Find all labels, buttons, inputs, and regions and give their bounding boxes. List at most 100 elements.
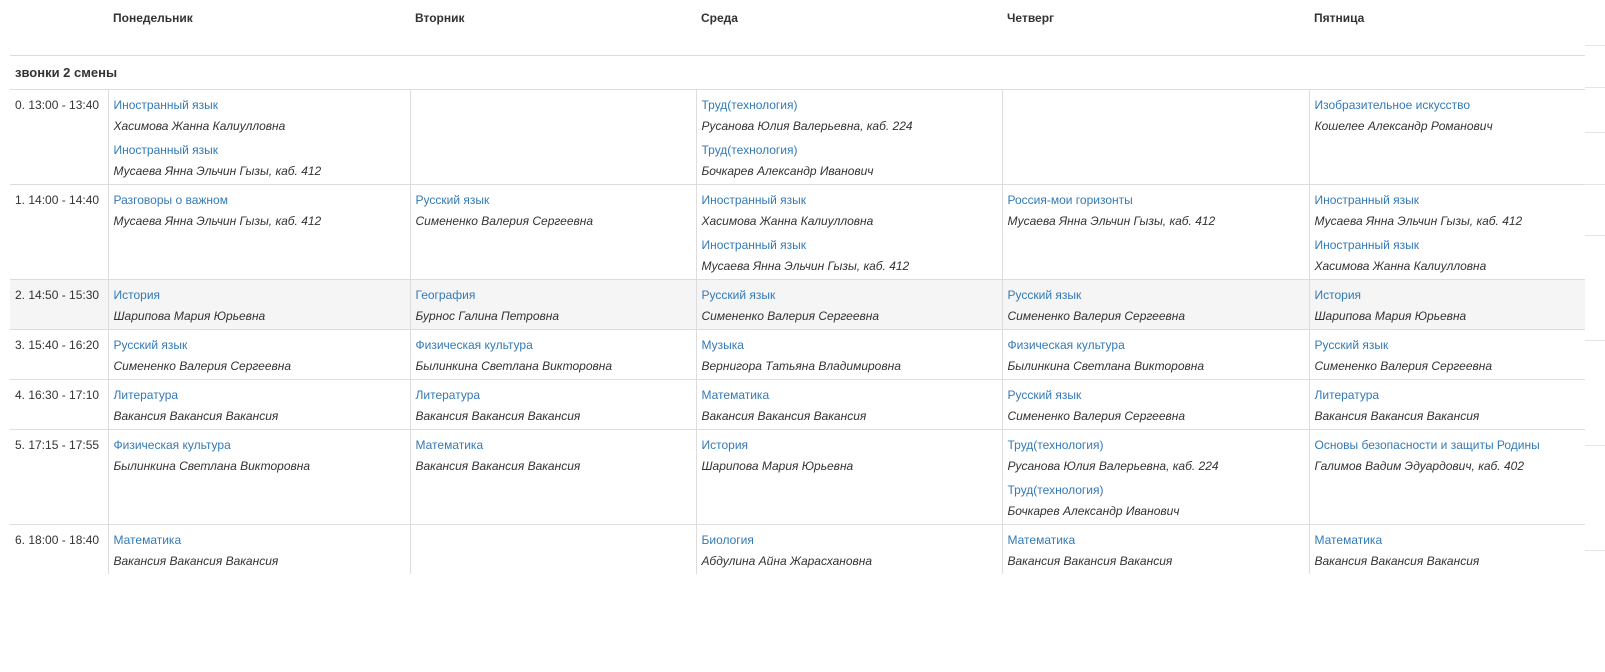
subject-link[interactable]: Русский язык — [416, 193, 691, 207]
lesson-cell-wednesday: Музыка Вернигора Татьяна Владимировна — [695, 328, 1002, 379]
subject-link[interactable]: Физическая культура — [416, 338, 691, 352]
subject-link[interactable]: Иностранный язык — [702, 193, 997, 207]
teacher-name: Вакансия Вакансия Вакансия — [113, 408, 279, 423]
teacher-name: Вакансия Вакансия Вакансия — [415, 458, 581, 473]
day-header-tuesday: Вторник — [410, 0, 696, 56]
subject-link[interactable]: Труд(технология) — [702, 143, 997, 157]
lesson-cell-tuesday — [409, 88, 696, 184]
subject-link[interactable]: Математика — [702, 388, 997, 402]
lesson-cell-tuesday — [409, 523, 696, 574]
lesson-cell-friday: Математика Вакансия Вакансия Вакансия — [1308, 523, 1585, 574]
lesson-cell-tuesday: Русский язык Симененко Валерия Сергеевна — [409, 183, 696, 279]
lesson-cell-monday: Разговоры о важном Мусаева Янна Эльчин Гы… — [107, 183, 410, 279]
teacher-name: Мусаева Янна Эльчин Гызы, каб. 412 — [113, 163, 322, 178]
subject-link[interactable]: Математика — [1315, 533, 1581, 547]
lesson-row: 3. 15:40 - 16:20 Русский язык Симененко Ва… — [10, 328, 1585, 379]
lesson-entry: Труд(технология) Бочкарев Александр Ивано… — [1008, 483, 1304, 518]
teacher-name: Вакансия Вакансия Вакансия — [113, 553, 279, 568]
teacher-name: Бочкарев Александр Иванович — [701, 163, 874, 178]
subject-link[interactable]: Физическая культура — [114, 438, 405, 452]
lesson-cell-friday: Русский язык Симененко Валерия Сергеевна — [1308, 328, 1585, 379]
subject-link[interactable]: Математика — [416, 438, 691, 452]
lesson-row: 0. 13:00 - 13:40 Иностранный язык Хасимова… — [10, 88, 1585, 184]
subject-link[interactable]: Иностранный язык — [114, 98, 405, 112]
lesson-cell-friday: История Шарипова Мария Юрьевна — [1308, 278, 1585, 329]
lesson-cell-monday: История Шарипова Мария Юрьевна — [107, 278, 410, 329]
subject-link[interactable]: Физическая культура — [1008, 338, 1304, 352]
subject-link[interactable]: Разговоры о важном — [114, 193, 405, 207]
lesson-entry: Изобразительное искусство Кошелее Алексан… — [1315, 98, 1581, 133]
subject-link[interactable]: Биология — [702, 533, 997, 547]
subject-link[interactable]: Русский язык — [1008, 288, 1304, 302]
subject-link[interactable]: Основы безопасности и защиты Родины — [1315, 438, 1581, 452]
teacher-name: Симененко Валерия Сергеевна — [415, 213, 594, 228]
lesson-time: 4. 16:30 - 17:10 — [10, 378, 108, 429]
subject-link[interactable]: Русский язык — [1008, 388, 1304, 402]
subject-link[interactable]: Иностранный язык — [1315, 193, 1581, 207]
lesson-entry: Математика Вакансия Вакансия Вакансия — [416, 438, 691, 473]
lesson-cell-thursday: Русский язык Симененко Валерия Сергеевна — [1001, 378, 1309, 429]
subject-link[interactable]: Математика — [114, 533, 405, 547]
teacher-name: Вакансия Вакансия Вакансия — [1314, 553, 1480, 568]
lesson-time: 3. 15:40 - 16:20 — [10, 328, 108, 379]
teacher-name: Вернигора Татьяна Владимировна — [701, 358, 901, 373]
scroll-edge-line — [1585, 550, 1605, 551]
schedule-table: Понедельник Вторник Среда Четверг Пятниц… — [10, 0, 1585, 574]
subject-link[interactable]: Русский язык — [702, 288, 997, 302]
teacher-name: Бурнос Галина Петровна — [415, 308, 560, 323]
subject-link[interactable]: География — [416, 288, 691, 302]
teacher-name: Былинкина Светлана Викторовна — [113, 458, 311, 473]
lesson-entry: Основы безопасности и защиты Родины Галим… — [1315, 438, 1581, 473]
lesson-entry: Иностранный язык Мусаева Янна Эльчин Гызы… — [114, 143, 405, 178]
subject-link[interactable]: Иностранный язык — [702, 238, 997, 252]
lesson-cell-tuesday: Литература Вакансия Вакансия Вакансия — [409, 378, 696, 429]
teacher-name: Русанова Юлия Валерьевна, каб. 224 — [701, 118, 913, 133]
lesson-row: 1. 14:00 - 14:40 Разговоры о важном Мусаев… — [10, 183, 1585, 279]
subject-link[interactable]: История — [1315, 288, 1581, 302]
scroll-edge-line — [1585, 235, 1605, 236]
lesson-entry: Труд(технология) Русанова Юлия Валерьевна… — [1008, 438, 1304, 473]
lesson-cell-thursday: Физическая культура Былинкина Светлана Ви… — [1001, 328, 1309, 379]
subject-link[interactable]: Изобразительное искусство — [1315, 98, 1581, 112]
subject-link[interactable]: Русский язык — [114, 338, 405, 352]
subject-link[interactable]: Иностранный язык — [114, 143, 405, 157]
teacher-name: Былинкина Светлана Викторовна — [1007, 358, 1205, 373]
lesson-entry: Русский язык Симененко Валерия Сергеевна — [416, 193, 691, 228]
subject-link[interactable]: Музыка — [702, 338, 997, 352]
subject-link[interactable]: Литература — [114, 388, 405, 402]
shift-title: звонки 2 смены — [10, 55, 1585, 90]
subject-link[interactable]: История — [114, 288, 405, 302]
subject-link[interactable]: История — [702, 438, 997, 452]
subject-link[interactable]: Труд(технология) — [1008, 483, 1304, 497]
teacher-name: Хасимова Жанна Калиулловна — [701, 213, 874, 228]
lesson-cell-thursday: Математика Вакансия Вакансия Вакансия — [1001, 523, 1309, 574]
teacher-name: Былинкина Светлана Викторовна — [415, 358, 613, 373]
teacher-name: Шарипова Мария Юрьевна — [701, 458, 854, 473]
subject-link[interactable]: Труд(технология) — [702, 98, 997, 112]
subject-link[interactable]: Иностранный язык — [1315, 238, 1581, 252]
lesson-cell-monday: Литература Вакансия Вакансия Вакансия — [107, 378, 410, 429]
lesson-cell-thursday: Русский язык Симененко Валерия Сергеевна — [1001, 278, 1309, 329]
teacher-name: Вакансия Вакансия Вакансия — [1007, 553, 1173, 568]
lesson-entry: Музыка Вернигора Татьяна Владимировна — [702, 338, 997, 373]
subject-link[interactable]: Литература — [1315, 388, 1581, 402]
teacher-name: Мусаева Янна Эльчин Гызы, каб. 412 — [1314, 213, 1523, 228]
subject-link[interactable]: Труд(технология) — [1008, 438, 1304, 452]
teacher-name: Вакансия Вакансия Вакансия — [415, 408, 581, 423]
teacher-name: Шарипова Мария Юрьевна — [1314, 308, 1467, 323]
subject-link[interactable]: Литература — [416, 388, 691, 402]
subject-link[interactable]: Математика — [1008, 533, 1304, 547]
lesson-entry: Труд(технология) Русанова Юлия Валерьевна… — [702, 98, 997, 133]
schedule-container: Понедельник Вторник Среда Четверг Пятниц… — [10, 0, 1585, 574]
lesson-entry: Иностранный язык Мусаева Янна Эльчин Гызы… — [1315, 193, 1581, 228]
lesson-cell-wednesday: Труд(технология) Русанова Юлия Валерьевна… — [695, 88, 1002, 184]
lesson-cell-thursday — [1001, 88, 1309, 184]
teacher-name: Мусаева Янна Эльчин Гызы, каб. 412 — [701, 258, 910, 273]
lesson-entry: Русский язык Симененко Валерия Сергеевна — [1008, 388, 1304, 423]
teacher-name: Мусаева Янна Эльчин Гызы, каб. 412 — [113, 213, 322, 228]
lesson-time: 6. 18:00 - 18:40 — [10, 523, 108, 574]
teacher-name: Симененко Валерия Сергеевна — [1007, 408, 1186, 423]
subject-link[interactable]: Россия-мои горизонты — [1008, 193, 1304, 207]
lesson-entry: Литература Вакансия Вакансия Вакансия — [416, 388, 691, 423]
subject-link[interactable]: Русский язык — [1315, 338, 1581, 352]
